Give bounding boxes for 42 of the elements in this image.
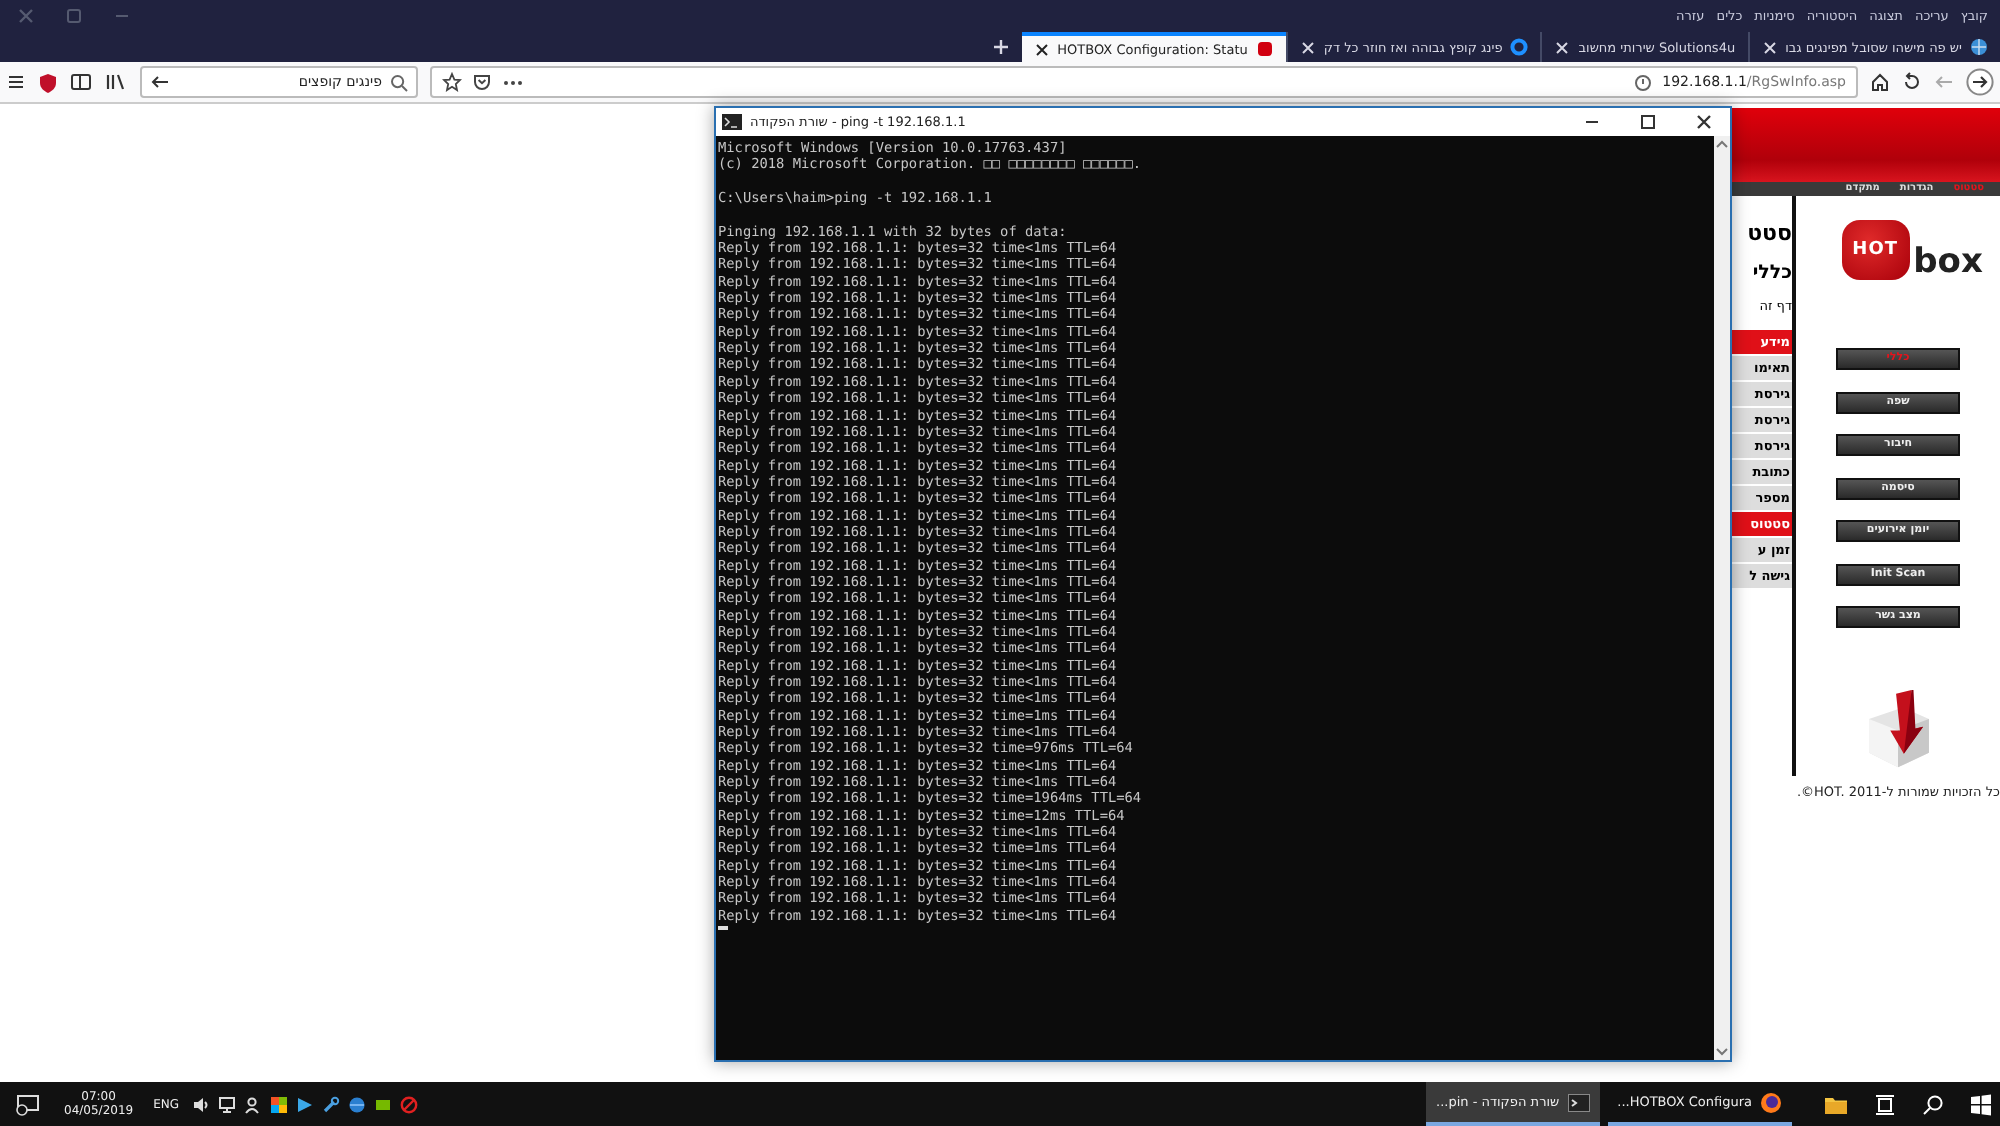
search-icon: [390, 73, 408, 91]
text-cursor: [718, 926, 728, 930]
logo-text: box: [1913, 244, 1983, 280]
colorful-icon[interactable]: [269, 1095, 288, 1113]
scroll-up-icon[interactable]: [1716, 140, 1728, 148]
sidebar-icon[interactable]: [70, 72, 92, 92]
scrollbar[interactable]: [1714, 136, 1730, 1060]
star-icon[interactable]: [442, 72, 462, 92]
maximize-icon[interactable]: [1638, 112, 1658, 132]
fox-icon: [1760, 1091, 1782, 1113]
go-arrow-icon[interactable]: [150, 72, 170, 92]
ring-icon: [1510, 38, 1529, 56]
play-icon[interactable]: [295, 1095, 314, 1113]
task-view-icon[interactable]: [1874, 1093, 1896, 1115]
person-icon[interactable]: [243, 1095, 262, 1113]
page-heading: סטט: [1747, 220, 1792, 246]
globe-icon[interactable]: [347, 1095, 366, 1113]
close-icon[interactable]: [1694, 112, 1714, 132]
globe-icon: [1970, 38, 1988, 56]
console-icon: [1567, 1093, 1590, 1111]
home-icon[interactable]: [1870, 72, 1890, 92]
logo-mark: HOT: [1841, 220, 1910, 280]
reload-icon[interactable]: [1902, 72, 1922, 92]
pocket-icon[interactable]: [472, 72, 492, 92]
folder-icon[interactable]: [1824, 1093, 1848, 1115]
notification-icon[interactable]: [16, 1092, 40, 1116]
search-icon[interactable]: [1922, 1093, 1944, 1115]
start-icon[interactable]: [1970, 1093, 1992, 1115]
shield-icon[interactable]: [38, 71, 58, 93]
library-icon[interactable]: [104, 72, 128, 92]
square-icon: [1255, 40, 1274, 58]
forward-icon[interactable]: [1966, 68, 1994, 96]
close-icon[interactable]: [1033, 41, 1050, 57]
blocked-icon[interactable]: [399, 1095, 418, 1113]
monitor-icon[interactable]: [217, 1095, 236, 1113]
menu-icon[interactable]: [6, 72, 26, 92]
console-icon: [722, 114, 742, 130]
reader-icon[interactable]: [1634, 73, 1653, 91]
scroll-down-icon[interactable]: [1716, 1048, 1728, 1056]
volume-icon[interactable]: [191, 1095, 210, 1113]
section-heading: כללי: [1752, 262, 1792, 284]
plus-icon[interactable]: [991, 38, 1010, 56]
